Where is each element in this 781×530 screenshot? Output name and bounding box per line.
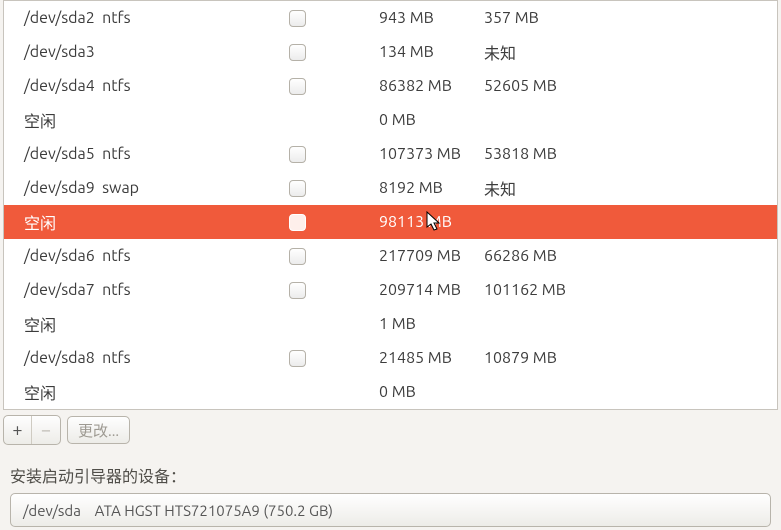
device-cell: 空闲 [24,312,289,336]
partition-toolbar: + − 更改... [3,415,778,445]
device-cell: /dev/sda8 ntfs [24,349,289,367]
device-cell: /dev/sda2 ntfs [24,9,289,27]
size-cell: 1 MB [379,315,484,333]
size-cell: 217709 MB [379,247,484,265]
size-cell: 86382 MB [379,77,484,95]
format-cell [289,78,379,95]
used-cell: 101162 MB [484,281,584,299]
size-cell: 0 MB [379,383,484,401]
format-checkbox[interactable] [289,146,306,163]
device-cell: 空闲 [24,380,289,404]
size-cell: 0 MB [379,111,484,129]
used-cell: 357 MB [484,9,584,27]
format-checkbox[interactable] [289,10,306,27]
device-cell: /dev/sda5 ntfs [24,145,289,163]
device-cell: /dev/sda3 [24,43,289,61]
device-cell: 空闲 [24,108,289,132]
format-cell [289,282,379,299]
format-cell [289,10,379,27]
device-cell: 空闲 [24,210,289,234]
format-cell [289,44,379,61]
used-cell: 10879 MB [484,349,584,367]
format-cell [289,214,379,231]
remove-partition-button[interactable]: − [32,416,60,444]
size-cell: 943 MB [379,9,484,27]
partition-row[interactable]: 空闲 1 MB [4,307,777,341]
partition-row[interactable]: /dev/sda6 ntfs 217709 MB66286 MB [4,239,777,273]
format-checkbox[interactable] [289,180,306,197]
bootloader-label: 安装启动引导器的设备： [10,463,771,487]
partition-row[interactable]: /dev/sda3 134 MB未知 [4,35,777,69]
add-remove-group: + − [3,415,61,445]
used-cell: 52605 MB [484,77,584,95]
partition-row[interactable]: /dev/sda5 ntfs 107373 MB53818 MB [4,137,777,171]
used-cell: 66286 MB [484,247,584,265]
partition-table[interactable]: /dev/sda2 ntfs 943 MB357 MB/dev/sda3 134 M… [3,0,778,410]
format-cell [289,350,379,367]
size-cell: 98113 MB [379,213,484,231]
used-cell: 未知 [484,176,584,200]
used-cell: 未知 [484,40,584,64]
partition-row[interactable]: 空闲 98113 MB [4,205,777,239]
partition-row[interactable]: 空闲 0 MB [4,375,777,409]
format-checkbox[interactable] [289,214,306,231]
format-checkbox[interactable] [289,78,306,95]
partition-row[interactable]: /dev/sda2 ntfs 943 MB357 MB [4,1,777,35]
format-cell [289,248,379,265]
format-checkbox[interactable] [289,282,306,299]
device-cell: /dev/sda6 ntfs [24,247,289,265]
device-cell: /dev/sda7 ntfs [24,281,289,299]
format-cell [289,180,379,197]
size-cell: 21485 MB [379,349,484,367]
partition-row[interactable]: /dev/sda4 ntfs 86382 MB52605 MB [4,69,777,103]
format-cell [289,146,379,163]
format-checkbox[interactable] [289,248,306,265]
format-checkbox[interactable] [289,44,306,61]
used-cell: 53818 MB [484,145,584,163]
size-cell: 107373 MB [379,145,484,163]
bootloader-device-select[interactable]: /dev/sda ATA HGST HTS721075A9 (750.2 GB) [10,493,771,527]
size-cell: 209714 MB [379,281,484,299]
partition-row[interactable]: /dev/sda7 ntfs 209714 MB101162 MB [4,273,777,307]
partition-row[interactable]: 空闲 0 MB [4,103,777,137]
device-cell: /dev/sda4 ntfs [24,77,289,95]
size-cell: 134 MB [379,43,484,61]
partition-row[interactable]: /dev/sda9 swap 8192 MB未知 [4,171,777,205]
partition-row[interactable]: /dev/sda8 ntfs 21485 MB10879 MB [4,341,777,375]
change-partition-button[interactable]: 更改... [67,416,130,444]
format-checkbox[interactable] [289,350,306,367]
size-cell: 8192 MB [379,179,484,197]
add-partition-button[interactable]: + [4,416,32,444]
device-cell: /dev/sda9 swap [24,179,289,197]
